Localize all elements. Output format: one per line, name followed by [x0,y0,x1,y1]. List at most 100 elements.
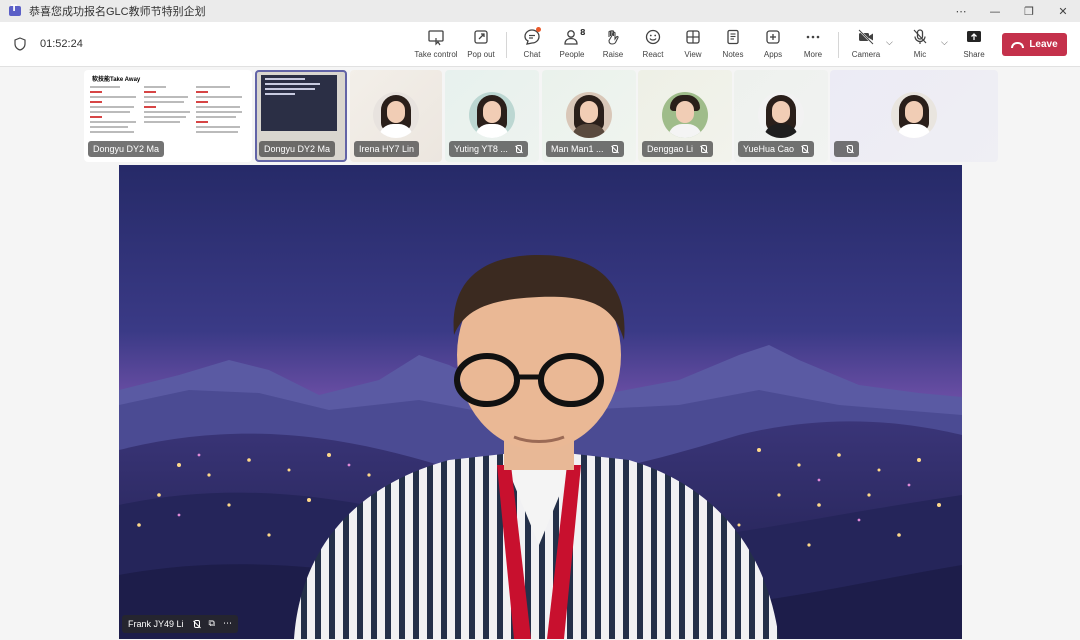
mic-options-chevron-icon[interactable]: ⌵ [941,38,948,48]
participant-name-chip: Denggao Li [642,141,714,157]
participant-name-chip: Dongyu DY2 Ma [88,141,165,157]
muted-mic-icon [192,619,201,629]
minimize-button[interactable]: — [978,0,1012,22]
slide-column [90,86,140,136]
participant-name: Man Man1 ... [551,144,604,154]
muted-mic-icon [610,144,619,154]
participant-name-chip: Yuting YT8 ... [449,141,528,157]
react-icon [645,29,661,45]
participant-name: Denggao Li [647,144,694,154]
avatar [373,92,419,138]
participant-tile[interactable]: Yuting YT8 ... [445,70,539,162]
apps-label: Apps [763,50,783,59]
pop-out-label: Pop out [467,50,495,59]
window-title: 恭喜您成功报名GLC教师节特别企划 [29,6,206,18]
share-button[interactable]: Share [962,28,986,64]
more-label: More [803,50,823,59]
leave-label: Leave [1029,39,1058,50]
raise-hand-icon [608,30,619,45]
view-grid-icon [686,30,700,44]
muted-mic-icon [800,144,809,154]
participant-name-chip: YueHua Cao [738,141,815,157]
apps-button[interactable]: Apps [761,28,785,64]
more-button[interactable]: More [800,28,826,64]
meeting-timer: 01:52:24 [40,38,83,50]
more-icon [806,35,820,39]
pop-out-button[interactable]: Pop out [464,28,498,64]
mic-label: Mic [913,50,927,59]
chat-unread-dot [536,27,541,32]
participant-name-chip [834,141,859,157]
window-more-button[interactable]: ⋯ [944,0,978,22]
avatar [758,92,804,138]
screen-cursor-icon [428,30,444,46]
notes-button[interactable]: Notes [720,28,746,64]
notes-label: Notes [722,50,744,59]
slide-title: 软技能Take Away [92,77,141,83]
participant-tile[interactable]: Irena HY7 Lin [350,70,442,162]
muted-mic-icon [699,144,708,154]
leave-button[interactable]: Leave [1002,33,1067,56]
participant-tile[interactable]: Denggao Li [638,70,732,162]
toolbar-divider [506,32,507,58]
view-label: View [684,50,702,59]
camera-off-icon [858,29,874,45]
pop-out-icon [474,30,488,44]
people-label: People [559,50,585,59]
chat-button[interactable]: Chat [518,27,546,64]
participant-name: Dongyu DY2 Ma [93,144,160,154]
chat-label: Chat [523,50,541,59]
participant-tile[interactable] [830,70,998,162]
muted-mic-icon [845,144,854,154]
title-bar: 恭喜您成功报名GLC教师节特别企划 ⋯ — ❐ ✕ [0,0,1080,22]
participant-tile[interactable]: Man Man1 ... [542,70,636,162]
react-label: React [642,50,664,59]
share-icon [967,31,981,42]
virtual-background-image [119,165,962,639]
view-button[interactable]: View [681,28,705,64]
people-icon: 8 [563,28,586,46]
participant-tile-slide[interactable]: 软技能Take Away Dongyu DY2 Ma [84,70,252,162]
participant-name: Yuting YT8 ... [454,144,508,154]
mic-button[interactable]: Mic [908,28,932,64]
participant-tile-room[interactable]: Dongyu DY2 Ma [255,70,347,162]
main-speaker-name-chip: Frank JY49 Li ⧉ ⋯ [122,615,238,633]
teams-logo-icon [9,4,21,16]
people-button[interactable]: 8 People [557,28,587,64]
muted-mic-icon [514,144,523,154]
react-button[interactable]: React [640,28,666,64]
slide-column [144,86,194,126]
close-window-button[interactable]: ✕ [1046,0,1080,22]
meeting-toolbar: 01:52:24 Take control Pop out Chat 8 Peo… [0,22,1080,67]
participant-name: YueHua Cao [743,144,795,154]
avatar [662,92,708,138]
take-control-label: Take control [414,50,458,59]
participant-name: Irena HY7 Lin [359,144,415,154]
participant-name-chip: Irena HY7 Lin [354,141,420,157]
notes-icon [727,29,739,45]
participant-name-chip: Dongyu DY2 Ma [259,141,336,157]
camera-button[interactable]: Camera [850,28,882,64]
shield-icon [14,37,26,51]
camera-options-chevron-icon[interactable]: ⌵ [886,38,893,48]
participant-tile[interactable]: YueHua Cao [734,70,828,162]
window-controls: ⋯ — ❐ ✕ [944,0,1080,22]
raise-hand-button[interactable]: Raise [600,28,626,64]
restore-button[interactable]: ❐ [1012,0,1046,22]
slide-column [196,86,246,136]
more-options-icon[interactable]: ⋯ [223,619,232,629]
mic-off-icon [913,29,927,44]
apps-icon [766,30,780,44]
take-control-button[interactable]: Take control [413,28,459,64]
chat-icon [523,27,541,46]
main-speaker-video[interactable] [119,165,962,639]
people-count: 8 [580,28,586,37]
toolbar-divider [838,32,839,58]
screen-share-icon[interactable]: ⧉ [209,619,215,629]
avatar [469,92,515,138]
raise-label: Raise [602,50,624,59]
room-projection-screen [261,75,337,131]
avatar [566,92,612,138]
avatar [891,92,937,138]
share-label: Share [963,50,985,59]
